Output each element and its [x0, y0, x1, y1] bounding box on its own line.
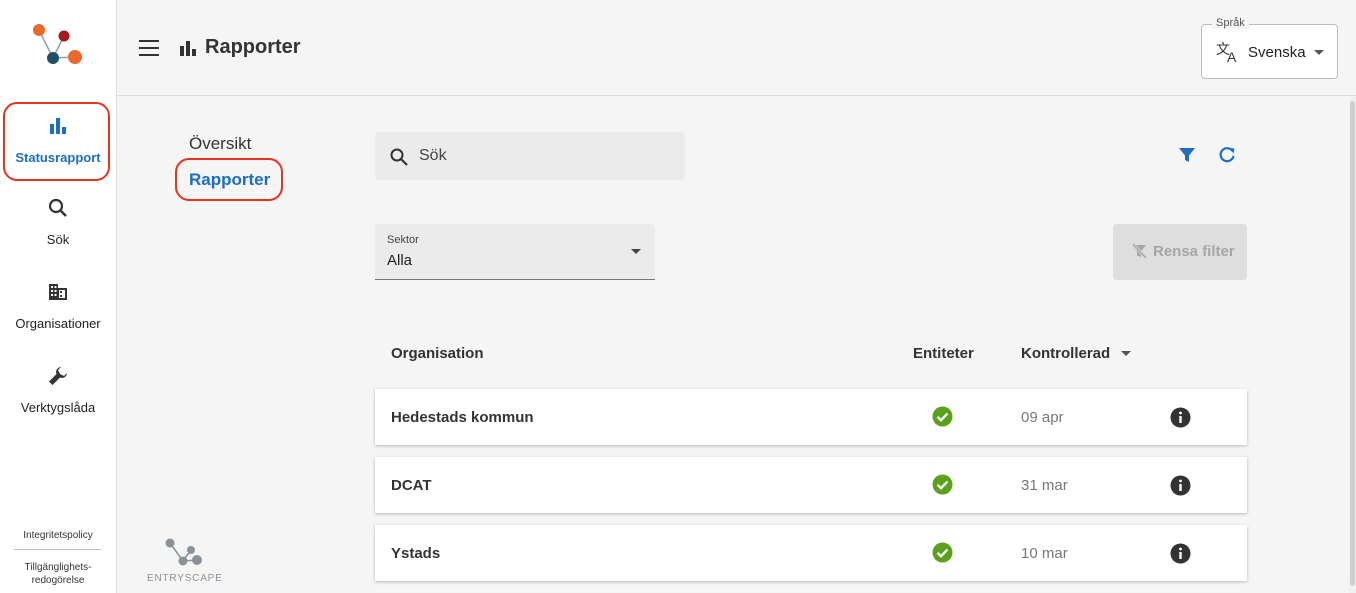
privacy-link[interactable]: Integritetspolicy — [0, 529, 116, 542]
sort-down-icon[interactable] — [1121, 351, 1131, 356]
clear-filter-button[interactable]: Rensa filter — [1113, 224, 1247, 280]
sidebar-item-label: Sök — [46, 232, 70, 247]
sector-label: Sektor — [387, 234, 419, 246]
organisation-name: DCAT — [391, 477, 432, 494]
checked-date: 09 apr — [1021, 409, 1064, 426]
bar-chart-icon — [180, 41, 196, 56]
column-header-organisation[interactable]: Organisation — [391, 345, 484, 362]
language-value: Svenska — [1248, 44, 1306, 61]
check-circle-icon — [932, 406, 953, 427]
sector-value: Alla — [387, 252, 413, 269]
organisation-name: Ystads — [391, 545, 441, 562]
sidebar-item-label: Verktygslåda — [20, 400, 96, 415]
check-circle-icon — [932, 542, 953, 563]
table-row[interactable]: Ystads 10 mar — [375, 525, 1247, 581]
language-select-label: Språk — [1212, 17, 1249, 29]
sidebar: Statusrapport Sök Organisationer Verktyg… — [0, 0, 117, 593]
bar-chart-icon — [50, 118, 66, 134]
filter-icon[interactable] — [1178, 146, 1196, 164]
subnav-oversikt[interactable]: Översikt — [189, 134, 251, 154]
search-icon — [390, 148, 408, 166]
accessibility-link-line1: Tillgänglighets- — [24, 562, 92, 573]
organisation-name: Hedestads kommun — [391, 409, 534, 426]
svg-text:A: A — [1227, 49, 1237, 63]
checked-date: 31 mar — [1021, 477, 1068, 494]
page-title: Rapporter — [205, 36, 301, 58]
entryscape-wordmark: ENTRYSCAPE — [147, 573, 223, 584]
subnav-rapporter[interactable]: Rapporter — [189, 170, 270, 190]
accessibility-link-line2: redogörelse — [31, 575, 85, 586]
footer-divider — [14, 549, 101, 550]
building-icon — [49, 284, 67, 300]
sidebar-item-verktygslada[interactable]: Verktygslåda — [0, 365, 116, 417]
accessibility-link[interactable]: Tillgänglighets- redogörelse — [0, 561, 116, 587]
clear-filter-label: Rensa filter — [1153, 243, 1235, 260]
sector-select[interactable]: Sektor Alla — [375, 224, 655, 280]
scrollbar-thumb[interactable] — [1350, 101, 1355, 586]
scrollbar[interactable] — [1349, 97, 1356, 593]
checked-date: 10 mar — [1021, 545, 1068, 562]
chevron-down-icon — [631, 249, 641, 254]
column-header-kontrollerad[interactable]: Kontrollerad — [1021, 345, 1110, 362]
wrench-icon — [49, 367, 67, 385]
sidebar-item-sok[interactable]: Sök — [0, 197, 116, 249]
column-header-entiteter[interactable]: Entiteter — [913, 345, 974, 362]
filter-off-icon — [1131, 243, 1147, 259]
sidebar-item-label: Statusrapport — [15, 150, 101, 165]
info-icon[interactable] — [1170, 543, 1191, 564]
chevron-down-icon — [1314, 50, 1324, 55]
table-row[interactable]: Hedestads kommun 09 apr — [375, 389, 1247, 445]
search-field[interactable] — [375, 132, 685, 180]
table-row[interactable]: DCAT 31 mar — [375, 457, 1247, 513]
search-icon — [48, 198, 67, 217]
language-select[interactable]: Språk 文 A Svenska — [1201, 17, 1338, 79]
translate-icon: 文 A — [1216, 41, 1237, 63]
refresh-icon[interactable] — [1218, 146, 1236, 164]
top-bar: Rapporter Språk 文 A Svenska — [117, 0, 1356, 96]
sidebar-item-organisationer[interactable]: Organisationer — [0, 281, 116, 333]
info-icon[interactable] — [1170, 475, 1191, 496]
info-icon[interactable] — [1170, 407, 1191, 428]
app-logo — [33, 24, 82, 64]
check-circle-icon — [932, 474, 953, 495]
sidebar-item-statusrapport[interactable]: Statusrapport — [0, 115, 116, 167]
search-input[interactable] — [419, 145, 669, 167]
menu-icon[interactable] — [139, 40, 159, 56]
sidebar-item-label: Organisationer — [15, 316, 101, 331]
